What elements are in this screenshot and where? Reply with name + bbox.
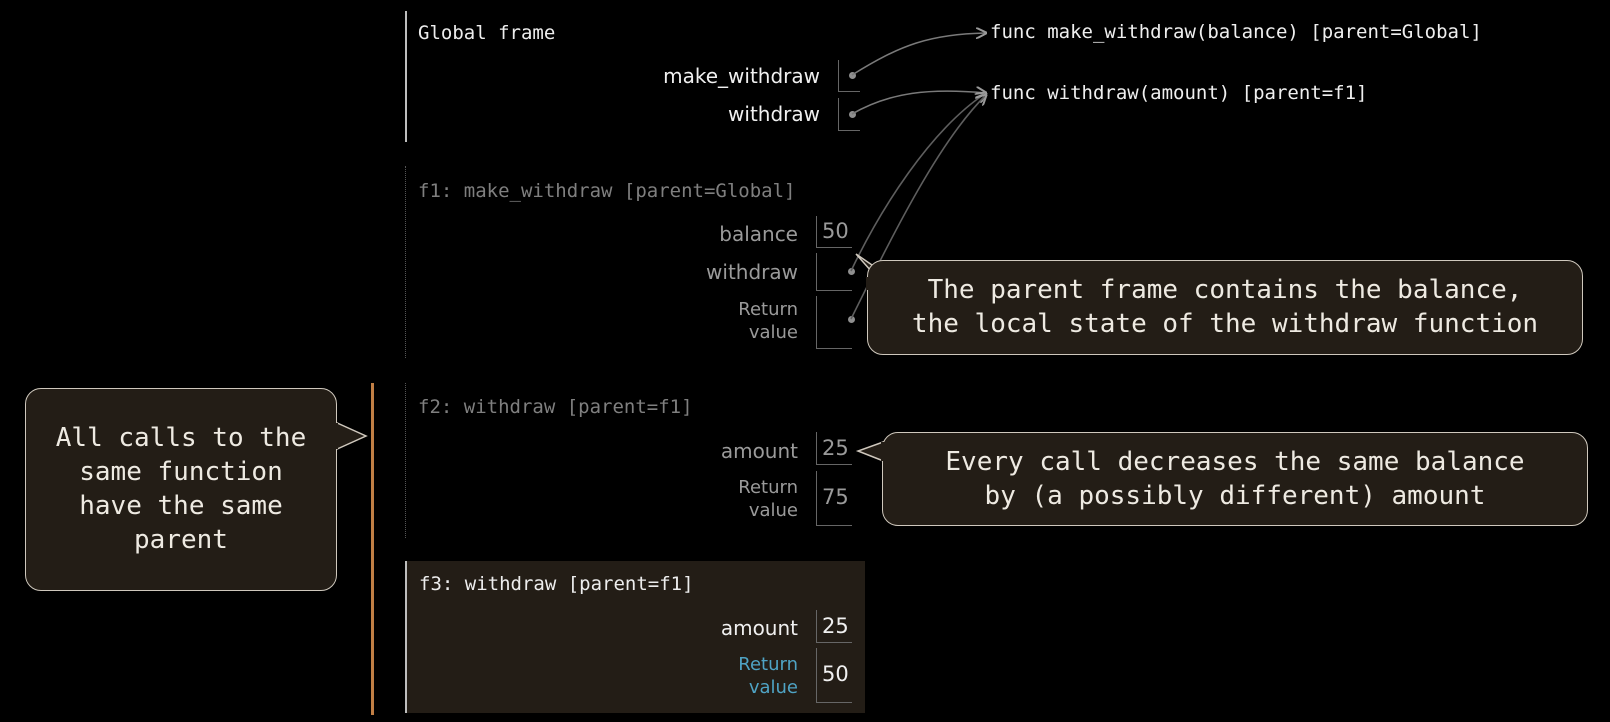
arrow-make-withdraw	[851, 33, 986, 76]
f2-amount-value: 25	[822, 436, 849, 460]
callout-line: All calls to the	[55, 423, 307, 453]
f1-balance-cell: 50	[816, 216, 852, 248]
callout-line: the local state of the withdraw function	[911, 309, 1539, 339]
same-parent-bracket	[371, 383, 374, 715]
callout-every-call: Every call decreases the same balance by…	[882, 432, 1588, 526]
callout-parent-frame: The parent frame contains the balance, t…	[867, 260, 1583, 355]
f1-return-value-cell	[816, 296, 852, 349]
global-frame-border	[405, 11, 407, 142]
tail-joint	[866, 277, 870, 290]
pointer-dot	[849, 111, 856, 118]
arrow-global-withdraw	[851, 91, 986, 115]
return-label-line1: Return	[738, 477, 798, 498]
callout-same-parent: All calls to the same function have the …	[25, 388, 337, 591]
f1-balance-label: balance	[719, 222, 798, 246]
return-label-line2: value	[748, 322, 798, 343]
f2-return-value-cell: 75	[816, 471, 852, 526]
arrow-f1-withdraw	[850, 93, 986, 272]
return-label-line1: Return	[738, 299, 798, 320]
f2-return-value: 75	[822, 485, 849, 509]
f1-frame-title: f1: make_withdraw [parent=Global]	[418, 180, 796, 202]
f2-amount-label: amount	[720, 439, 798, 463]
global-frame-title: Global frame	[418, 22, 556, 44]
pointer-dot	[849, 72, 856, 79]
f2-frame-border	[405, 383, 406, 538]
pointer-dot	[848, 316, 855, 323]
callout-line: parent	[134, 525, 228, 555]
callout-line: same function	[79, 457, 283, 487]
pointer-dot	[848, 268, 855, 275]
f3-return-value: 50	[822, 662, 849, 686]
function-object-make-withdraw: func make_withdraw(balance) [parent=Glob…	[990, 21, 1482, 43]
f3-return-value-label: Return value	[738, 653, 798, 699]
return-label-line2: value	[748, 677, 798, 698]
callout-line: by (a possibly different) amount	[984, 481, 1486, 511]
f2-return-value-label: Return value	[738, 476, 798, 522]
callout-line: The parent frame contains the balance,	[927, 275, 1523, 305]
global-var-make-withdraw-label: make_withdraw	[663, 64, 820, 88]
tail-joint	[335, 423, 338, 449]
f1-frame-border	[405, 166, 406, 358]
f1-withdraw-cell	[816, 253, 852, 291]
f2-frame-title: f2: withdraw [parent=f1]	[418, 396, 693, 418]
tail-joint	[881, 442, 885, 461]
f3-frame-title: f3: withdraw [parent=f1]	[419, 573, 694, 595]
f1-balance-value: 50	[822, 219, 849, 243]
f2-amount-cell: 25	[816, 432, 852, 465]
f3-return-value-cell: 50	[816, 648, 852, 703]
f3-frame-border	[405, 561, 407, 713]
return-label-line2: value	[748, 500, 798, 521]
f3-amount-cell: 25	[816, 610, 852, 643]
f3-amount-value: 25	[822, 614, 849, 638]
return-label-line1: Return	[738, 654, 798, 675]
global-var-withdraw-label: withdraw	[728, 102, 820, 126]
f3-amount-label: amount	[720, 616, 798, 640]
function-object-withdraw: func withdraw(amount) [parent=f1]	[990, 82, 1368, 104]
callout-line: Every call decreases the same balance	[945, 447, 1525, 477]
f1-return-value-label: Return value	[738, 298, 798, 344]
callout-line: have the same	[79, 491, 283, 521]
f1-withdraw-label: withdraw	[706, 260, 798, 284]
